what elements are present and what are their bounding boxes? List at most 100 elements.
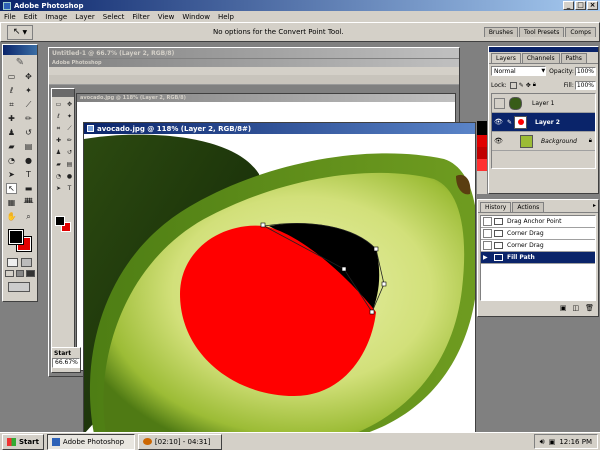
history-item[interactable]: Drag Anchor Point — [481, 216, 595, 228]
healing-brush-tool-icon[interactable]: ✚ — [6, 113, 17, 124]
lock-move-icon[interactable]: ✥ — [526, 82, 531, 89]
pen-tool-icon[interactable]: ↖ — [6, 183, 17, 194]
menu-edit[interactable]: Edit — [20, 13, 42, 21]
layer-row-background[interactable]: 👁︎ Background 🔒︎ — [492, 132, 595, 151]
eyedropper-tool-icon[interactable]: ᚙ — [23, 197, 34, 208]
path-selection-tool-icon[interactable]: ➤ — [6, 169, 17, 180]
new-document-from-state-icon[interactable]: ▣ — [560, 304, 567, 312]
notes-tool-icon[interactable]: ▦ — [6, 197, 17, 208]
minimize-button[interactable]: _ — [563, 1, 574, 10]
history-item[interactable]: Corner Drag — [481, 228, 595, 240]
nested-tool-icon: ✥ — [66, 101, 73, 108]
tool-preset-picker[interactable]: ↖ ▼ — [7, 24, 33, 40]
brush-tool-icon[interactable]: ✏ — [23, 113, 34, 124]
network-icon[interactable]: ▣ — [549, 438, 556, 446]
photoshop-logo-icon — [3, 1, 11, 10]
window-nested-title: Adobe Photoshop — [52, 60, 102, 66]
screen-mode-standard-icon[interactable] — [5, 270, 14, 277]
history-brush-source-box[interactable] — [483, 217, 492, 226]
screen-mode-full-icon[interactable] — [26, 270, 36, 277]
menu-select[interactable]: Select — [99, 13, 129, 21]
history-brush-source-box[interactable] — [483, 229, 492, 238]
menu-file[interactable]: File — [0, 13, 20, 21]
crop-tool-icon[interactable]: ⌗ — [6, 99, 17, 110]
maximize-button[interactable]: □ — [575, 1, 586, 10]
app-titlebar: Adobe Photoshop _ □ × — [0, 0, 600, 11]
volume-icon[interactable]: 🔊︎ — [540, 437, 545, 447]
dock-tab-brushes[interactable]: Brushes — [483, 27, 518, 37]
visibility-toggle-empty[interactable] — [494, 97, 505, 109]
standard-mode-icon[interactable] — [7, 258, 18, 267]
history-state-slider-icon[interactable]: ▶ — [483, 254, 492, 261]
dock-tab-comps[interactable]: Comps — [565, 27, 596, 37]
eye-icon[interactable]: 👁︎ — [494, 137, 505, 145]
zoom-field[interactable]: 66.67% — [52, 358, 80, 368]
window-avocado-titlebar[interactable]: avocado.jpg @ 118% (Layer 2, RGB/8#) — [84, 123, 475, 134]
move-tool-icon[interactable]: ✥ — [23, 71, 34, 82]
marquee-tool-icon[interactable]: ▭ — [6, 71, 17, 82]
panel-menu-icon[interactable]: ▸ — [593, 202, 596, 212]
tab-paths[interactable]: Paths — [560, 53, 587, 63]
layer-row-2[interactable]: 👁︎ ✎ Layer 2 — [492, 113, 595, 132]
window-untitled-title: Untitled-1 @ 66.7% (Layer 2, RGB/8) — [52, 49, 175, 57]
magic-wand-tool-icon[interactable]: ✦ — [23, 85, 34, 96]
foreground-color-swatch[interactable] — [8, 229, 24, 245]
new-snapshot-icon[interactable]: ◫ — [572, 304, 579, 312]
menu-window[interactable]: Window — [178, 13, 214, 21]
clone-stamp-tool-icon[interactable]: ♟ — [6, 127, 17, 138]
window-untitled-titlebar[interactable]: Untitled-1 @ 66.7% (Layer 2, RGB/8) — [49, 48, 459, 58]
fill-input[interactable]: 100% — [574, 80, 596, 90]
menu-view[interactable]: View — [154, 13, 179, 21]
menu-filter[interactable]: Filter — [128, 13, 153, 21]
menu-image[interactable]: Image — [41, 13, 71, 21]
nested-tool-icon: ◔ — [55, 173, 62, 180]
nested-tool-icon: ⟋ — [67, 124, 72, 132]
start-button[interactable]: Start — [2, 433, 44, 450]
options-bar-message: No options for the Convert Point Tool. — [213, 28, 344, 36]
feather-logo-icon: ✎ — [15, 56, 25, 68]
close-button[interactable]: × — [587, 1, 598, 10]
screen-mode-menu-icon[interactable] — [15, 270, 25, 277]
lock-transparency-icon[interactable] — [509, 81, 517, 89]
avocado-canvas[interactable] — [84, 134, 476, 433]
delete-state-icon[interactable]: 🗑︎ — [585, 304, 594, 312]
nested-tool-icon: ✦ — [66, 113, 73, 120]
color-swatches[interactable] — [6, 228, 34, 254]
clock[interactable]: 12:16 PM — [559, 438, 592, 446]
blend-mode-select[interactable]: Normal ▼ — [491, 66, 547, 76]
tab-actions[interactable]: Actions — [512, 202, 545, 212]
menu-layer[interactable]: Layer — [71, 13, 99, 21]
slice-tool-icon[interactable]: ⟋ — [23, 99, 34, 110]
window-avocado-back-titlebar[interactable]: avocado.jpg @ 118% (Layer 2, RGB/8) — [77, 94, 455, 102]
dodge-tool-icon[interactable]: ● — [23, 155, 34, 166]
lock-brush-icon[interactable]: ✎ — [519, 82, 524, 89]
gradient-tool-icon[interactable]: ▤ — [23, 141, 34, 152]
taskbar-photoshop-button[interactable]: Adobe Photoshop — [46, 433, 135, 450]
nested-tool-icon: ▭ — [55, 101, 62, 108]
shape-tool-icon[interactable]: ▬ — [23, 183, 34, 194]
eye-icon[interactable]: 👁︎ — [494, 118, 505, 126]
tab-history[interactable]: History — [480, 202, 512, 212]
hand-tool-icon[interactable]: ✋ — [6, 211, 17, 222]
layer-row-1[interactable]: Layer 1 — [492, 94, 595, 113]
history-brush-source-box[interactable] — [483, 241, 492, 250]
opacity-input[interactable]: 100% — [574, 66, 596, 76]
taskbar-recorder-button[interactable]: [02:10] - 04:31] — [137, 433, 222, 450]
blur-tool-icon[interactable]: ◔ — [6, 155, 17, 166]
lock-all-icon[interactable]: 🔒︎ — [533, 81, 536, 89]
nested-start-button[interactable]: Start — [52, 348, 80, 358]
quick-mask-mode-icon[interactable] — [21, 258, 32, 267]
menu-help[interactable]: Help — [214, 13, 238, 21]
history-item[interactable]: Corner Drag — [481, 240, 595, 252]
lasso-tool-icon[interactable]: ℓ — [6, 85, 17, 96]
zoom-tool-icon[interactable]: ⌕ — [23, 211, 34, 222]
type-tool-icon[interactable]: T — [23, 169, 34, 180]
window-nested-titlebar[interactable]: Adobe Photoshop — [49, 59, 459, 67]
history-item-selected[interactable]: ▶ Fill Path — [481, 252, 595, 264]
history-brush-tool-icon[interactable]: ↺ — [23, 127, 34, 138]
tab-channels[interactable]: Channels — [521, 53, 560, 63]
dock-tab-tool-presets[interactable]: Tool Presets — [518, 27, 565, 37]
jump-to-imageready-icon[interactable] — [8, 282, 30, 292]
tab-layers[interactable]: Layers — [491, 53, 521, 63]
eraser-tool-icon[interactable]: ▰ — [6, 141, 17, 152]
